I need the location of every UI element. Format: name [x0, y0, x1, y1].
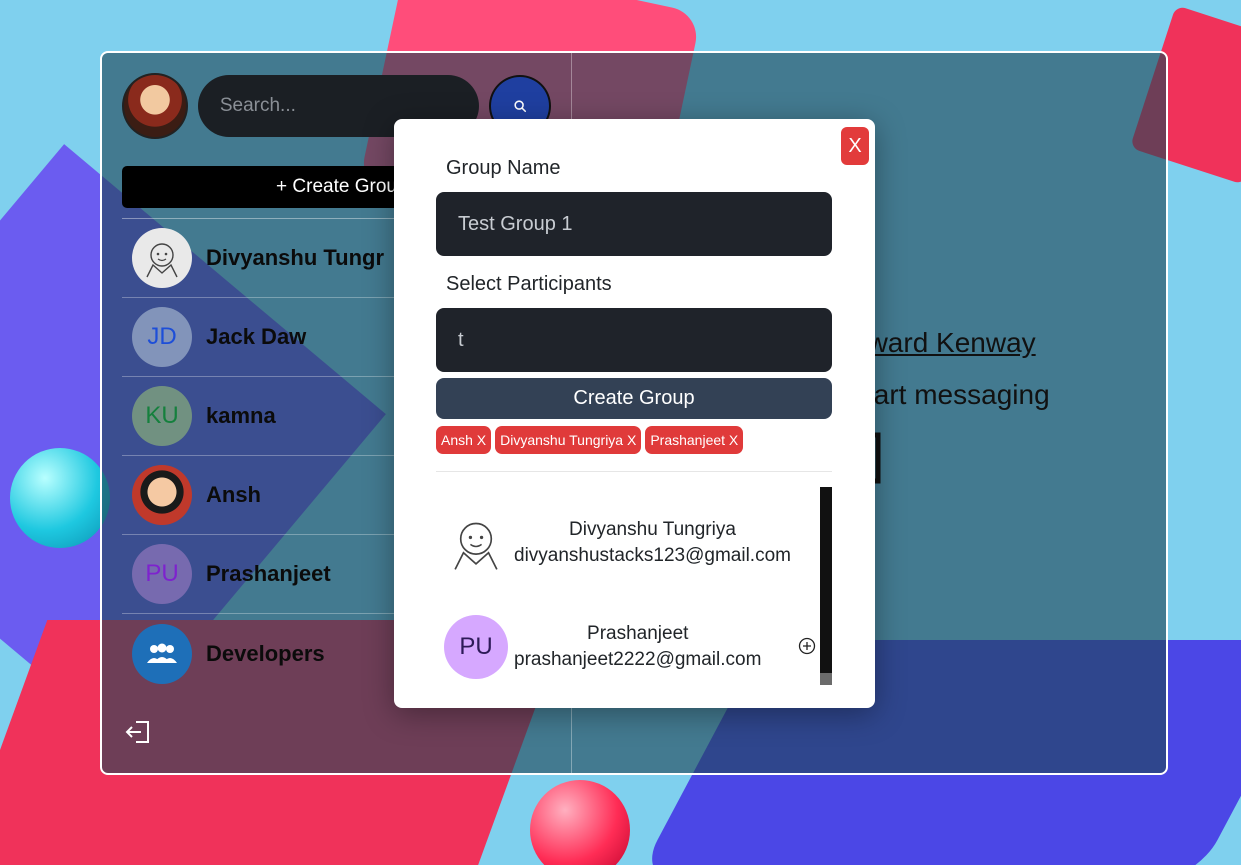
chat-name: Divyanshu Tungr	[206, 245, 385, 270]
bg-ball-red	[530, 780, 630, 865]
group-icon	[147, 643, 177, 663]
avatar: PU	[132, 544, 192, 604]
participant-tag[interactable]: Divyanshu Tungriya X	[495, 426, 642, 454]
avatar: JD	[132, 307, 192, 367]
participant-tag[interactable]: Prashanjeet X	[645, 426, 744, 454]
search-results-list: Divyanshu Tungriya divyanshustacks123@gm…	[436, 487, 832, 685]
scrollbar[interactable]	[820, 487, 832, 685]
welcome-message: start messaging	[852, 379, 1050, 410]
modal-divider	[436, 471, 832, 472]
avatar	[132, 465, 192, 525]
participant-tag[interactable]: Ansh X	[436, 426, 492, 454]
participants-value: t	[458, 328, 464, 351]
sketch-avatar-icon	[146, 243, 178, 278]
avatar	[132, 228, 192, 288]
participants-label: Select Participants	[446, 273, 612, 295]
close-button[interactable]: X	[841, 127, 869, 165]
group-name-label: Group Name	[446, 157, 561, 179]
result-text: Prashanjeet prashanjeet2222@gmail.com	[514, 623, 761, 671]
add-participant-icon[interactable]	[798, 637, 816, 660]
result-name: Divyanshu Tungriya	[569, 519, 736, 540]
group-name-input[interactable]: Test Group 1	[436, 192, 832, 256]
user-avatar[interactable]	[122, 73, 188, 139]
search-result-item[interactable]: PU Prashanjeet prashanjeet2222@gmail.com	[444, 615, 761, 679]
avatar	[132, 623, 192, 684]
avatar: KU	[132, 386, 192, 446]
logout-icon[interactable]	[124, 718, 154, 751]
chat-name: Ansh	[206, 482, 261, 507]
participants-search-input[interactable]: t	[436, 308, 832, 372]
search-icon	[514, 100, 527, 113]
welcome-username: dward Kenway	[852, 327, 1036, 358]
selected-participants: Ansh X Divyanshu Tungriya X Prashanjeet …	[436, 426, 744, 454]
scrollbar-thumb[interactable]	[820, 673, 832, 685]
bg-ball-cyan	[10, 448, 110, 548]
result-email: divyanshustacks123@gmail.com	[514, 545, 791, 566]
avatar	[444, 511, 508, 575]
avatar: PU	[444, 615, 508, 679]
chat-name: Developers	[206, 640, 325, 666]
chat-name: kamna	[206, 403, 276, 428]
create-group-submit-button[interactable]: Create Group	[436, 378, 832, 419]
create-group-modal: X Group Name Test Group 1 Select Partici…	[394, 119, 875, 708]
group-name-value: Test Group 1	[458, 212, 573, 235]
chat-name: Prashanjeet	[206, 561, 331, 586]
search-result-item[interactable]: Divyanshu Tungriya divyanshustacks123@gm…	[444, 511, 791, 575]
sketch-avatar-icon	[454, 522, 498, 570]
search-placeholder: Search...	[219, 95, 296, 116]
result-name: Prashanjeet	[587, 623, 689, 644]
result-text: Divyanshu Tungriya divyanshustacks123@gm…	[514, 519, 791, 567]
chat-name: Jack Daw	[206, 324, 307, 349]
result-email: prashanjeet2222@gmail.com	[514, 649, 762, 670]
